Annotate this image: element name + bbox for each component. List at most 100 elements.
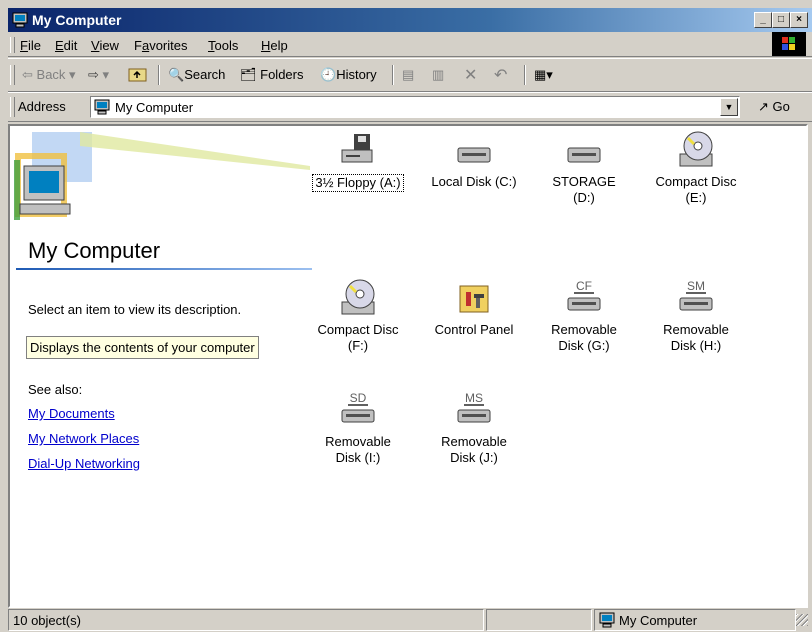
drive-label: Compact Disc (F:) (317, 322, 399, 353)
removable-disk-icon: MS (457, 391, 491, 423)
drive-label: Removable Disk (G:) (551, 322, 617, 353)
drive-item-removable-h[interactable]: SM Removable Disk (H:) (640, 278, 752, 354)
removable-disk-icon: SD (341, 391, 375, 423)
computer-icon (12, 12, 28, 28)
menu-edit[interactable]: Edit (55, 38, 77, 53)
address-bar: Address My Computer ▼ ↗ Go (8, 92, 812, 122)
undo-icon: ↶ (494, 67, 508, 84)
control-panel-item[interactable]: Control Panel (418, 278, 530, 338)
drive-label: Removable Disk (J:) (441, 434, 507, 465)
computer-icon (94, 99, 110, 115)
toolbar-separator (524, 65, 526, 85)
drive-item-compact-disc-f[interactable]: Compact Disc (F:) (302, 278, 414, 354)
up-folder-icon (128, 68, 147, 82)
title-divider (16, 268, 312, 270)
window-title: My Computer (32, 12, 122, 28)
drive-item-removable-i[interactable]: SD Removable Disk (I:) (302, 390, 414, 466)
svg-text:SD: SD (350, 391, 367, 405)
selection-hint: Select an item to view its description. (28, 302, 242, 317)
delete-button[interactable]: ✕ (464, 65, 477, 85)
folders-button[interactable]: 🗂 Folders (240, 67, 304, 83)
link-my-documents[interactable]: My Documents (28, 406, 115, 421)
folder-view: My Computer Select an item to view its d… (8, 124, 808, 608)
resize-grip[interactable] (796, 614, 808, 626)
status-zone-panel: My Computer (594, 609, 796, 631)
search-button[interactable]: 🔍Search (168, 67, 225, 83)
menu-favorites[interactable]: Favorites (134, 38, 187, 53)
explorer-window: My Computer _ □ × File Edit View Favorit… (8, 8, 812, 632)
toolbar-grip[interactable] (10, 65, 15, 85)
up-folder-button[interactable] (128, 65, 148, 86)
history-icon: 🕘 (320, 67, 337, 82)
address-label: Address (18, 99, 66, 114)
menu-file[interactable]: File (20, 38, 41, 53)
menu-bar: File Edit View Favorites Tools Help (8, 32, 812, 57)
move-to-button[interactable]: ▤ (402, 67, 414, 83)
drive-label: 3½ Floppy (A:) (312, 174, 404, 192)
history-button[interactable]: 🕘History (320, 67, 377, 83)
removable-disk-icon: SM (679, 279, 713, 311)
status-empty-panel (486, 609, 592, 631)
drive-label: Compact Disc (E:) (655, 174, 737, 205)
drive-item-floppy-a[interactable]: 3½ Floppy (A:) (302, 130, 414, 192)
drive-label: Removable Disk (H:) (663, 322, 729, 353)
see-also-heading: See also: (28, 382, 83, 397)
drive-label: Local Disk (C:) (431, 174, 517, 189)
status-bar: 10 object(s) My Computer (8, 606, 812, 632)
link-dial-up-networking[interactable]: Dial-Up Networking (28, 456, 140, 471)
address-value: My Computer (115, 100, 194, 115)
move-to-icon: ▤ (402, 67, 415, 82)
copy-to-button[interactable]: ▥ (432, 67, 444, 83)
menubar-grip[interactable] (10, 37, 15, 53)
svg-text:MS: MS (465, 391, 483, 405)
back-button[interactable]: ⇦ Back ▾ (22, 67, 76, 83)
hard-disk-icon (567, 147, 601, 163)
floppy-drive-icon (341, 134, 373, 163)
minimize-button[interactable]: _ (754, 12, 772, 28)
windows-logo (772, 32, 806, 56)
forward-arrow-icon: ⇨ (88, 67, 99, 82)
go-arrow-icon: ↗ (758, 99, 769, 114)
toolbar-separator (158, 65, 160, 85)
menu-help[interactable]: Help (261, 38, 288, 53)
views-button[interactable]: ▦▾ (534, 67, 553, 83)
undo-button[interactable]: ↶ (494, 65, 507, 85)
computer-icon (599, 612, 615, 628)
maximize-button[interactable]: □ (772, 12, 790, 28)
standard-toolbar: ⇦ Back ▾ ⇨ ▾ 🔍Search 🗂 Folders 🕘History … (8, 58, 812, 92)
address-dropdown-button[interactable]: ▼ (720, 98, 738, 116)
folders-icon: 🗂 (240, 67, 257, 82)
web-view-pane: My Computer Select an item to view its d… (10, 126, 320, 606)
link-my-network-places[interactable]: My Network Places (28, 431, 139, 446)
drive-item-removable-g[interactable]: CF Removable Disk (G:) (528, 278, 640, 354)
menu-view[interactable]: View (91, 38, 119, 53)
cd-drive-icon (341, 279, 375, 315)
menu-tools[interactable]: Tools (208, 38, 238, 53)
address-input[interactable]: My Computer ▼ (90, 96, 740, 118)
page-title: My Computer (28, 238, 161, 263)
drive-label: Removable Disk (I:) (325, 434, 391, 465)
delete-icon: ✕ (464, 67, 478, 84)
control-panel-icon (459, 285, 489, 313)
close-button[interactable]: × (790, 12, 808, 28)
address-grip[interactable] (10, 97, 15, 117)
go-button[interactable]: ↗ Go (758, 99, 790, 115)
copy-to-icon: ▥ (432, 67, 445, 82)
drive-item-local-disk-c[interactable]: Local Disk (C:) (418, 130, 530, 190)
description-tooltip: Displays the contents of your computer (26, 336, 259, 359)
cd-drive-icon (679, 131, 713, 167)
status-count-panel: 10 object(s) (8, 609, 484, 631)
object-count: 10 object(s) (13, 613, 81, 628)
back-arrow-icon: ⇦ (22, 67, 33, 82)
drive-item-compact-disc-e[interactable]: Compact Disc (E:) (640, 130, 752, 206)
hard-disk-icon (457, 147, 491, 163)
item-label: Control Panel (434, 322, 514, 337)
drive-item-storage-d[interactable]: STORAGE (D:) (528, 130, 640, 206)
svg-text:SM: SM (687, 279, 705, 293)
title-bar[interactable]: My Computer _ □ × (8, 8, 812, 32)
forward-button[interactable]: ⇨ ▾ (88, 67, 109, 83)
views-icon: ▦ (534, 67, 547, 82)
drive-item-removable-j[interactable]: MS Removable Disk (J:) (418, 390, 530, 466)
toolbar-separator (392, 65, 394, 85)
chevron-down-icon: ▼ (724, 102, 734, 112)
